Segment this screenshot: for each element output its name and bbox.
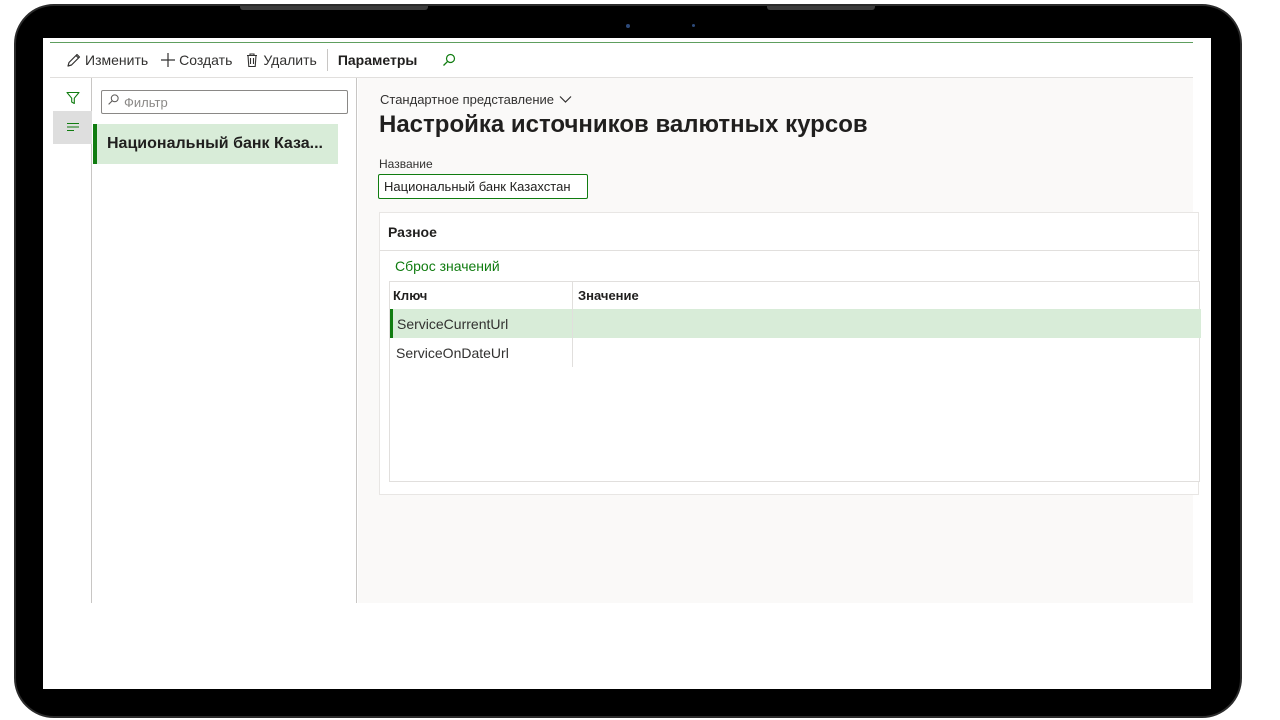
device-button [240, 6, 428, 10]
name-label: Название [379, 157, 433, 171]
action-search-button[interactable] [435, 43, 463, 78]
column-header-key[interactable]: Ключ [390, 282, 573, 309]
search-icon [441, 52, 457, 68]
table-row[interactable]: ServiceCurrentUrl [390, 309, 1201, 338]
list-item-label: Национальный банк Каза... [107, 135, 323, 152]
list-item[interactable]: Национальный банк Каза... [93, 124, 338, 164]
list-pane: Национальный банк Каза... [93, 78, 357, 603]
options-label: Параметры [337, 52, 418, 68]
view-name: Стандартное представление [380, 92, 555, 107]
details-pane: Стандартное представление Настройка исто… [358, 78, 1201, 603]
camera-dot [626, 24, 630, 28]
column-header-value[interactable]: Значение [573, 282, 1201, 309]
plus-icon [160, 52, 176, 68]
cell-key[interactable]: ServiceCurrentUrl [390, 309, 573, 338]
parameters-grid: Ключ Значение ServiceCurrentUrl ServiceO… [389, 281, 1201, 482]
fasttab-title: Разное [388, 223, 437, 240]
sensor-dot [692, 24, 695, 27]
app-window: Изменить Создать Удалить Параметры Фильт… [50, 38, 1201, 603]
cell-value[interactable] [573, 309, 1201, 338]
show-list-button[interactable] [53, 111, 92, 144]
reset-values-button[interactable]: Сброс значений [395, 258, 500, 274]
list-icon [66, 119, 80, 137]
name-field[interactable] [378, 174, 588, 199]
new-label: Создать [179, 52, 233, 68]
funnel-icon [65, 91, 80, 110]
table-row[interactable]: ServiceOnDateUrl [390, 338, 1201, 367]
options-tab[interactable]: Параметры [332, 43, 424, 78]
chevron-down-icon [559, 92, 572, 107]
trash-icon [244, 52, 260, 68]
nav-rail [50, 78, 92, 603]
misc-fasttab: Разное Сброс значений Ключ Значение Serv… [379, 212, 1201, 495]
edit-label: Изменить [85, 52, 149, 68]
grid-header: Ключ Значение [390, 282, 1201, 309]
cell-value[interactable] [573, 338, 1201, 367]
view-selector[interactable]: Стандартное представление [380, 92, 572, 107]
fasttab-header[interactable]: Разное [380, 213, 1200, 251]
filter-input[interactable] [124, 94, 334, 110]
device-button [767, 6, 875, 10]
delete-button[interactable]: Удалить [238, 43, 322, 78]
cell-key[interactable]: ServiceOnDateUrl [390, 338, 573, 367]
new-button[interactable]: Создать [154, 43, 238, 78]
pencil-icon [66, 52, 82, 68]
edit-button[interactable]: Изменить [60, 43, 154, 78]
separator [326, 49, 328, 71]
page-title: Настройка источников валютных курсов [379, 111, 868, 138]
action-pane: Изменить Создать Удалить Параметры [50, 43, 1193, 78]
filter-box[interactable] [101, 90, 348, 114]
screen: Изменить Создать Удалить Параметры Фильт… [43, 38, 1211, 689]
search-icon [107, 93, 120, 111]
delete-label: Удалить [263, 52, 317, 68]
